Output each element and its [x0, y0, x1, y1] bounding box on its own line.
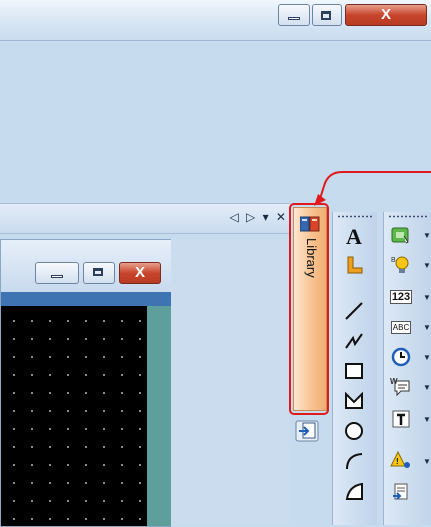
dropdown-arrow-icon[interactable]: ▼ — [423, 314, 431, 340]
sector-tool-icon[interactable] — [341, 478, 367, 504]
dropdown-arrow-icon[interactable]: ▼ — [423, 344, 431, 370]
arc-tool-icon[interactable] — [341, 448, 367, 474]
child-window: X — [0, 239, 171, 527]
child-window-ruler — [1, 292, 171, 306]
callout-arrow — [314, 171, 431, 206]
minimize-button[interactable] — [278, 4, 310, 26]
maximize-icon — [93, 268, 103, 276]
svg-text:B: B — [391, 257, 396, 264]
close-button[interactable]: X — [345, 4, 427, 26]
dropdown-arrow-icon[interactable]: ▼ — [423, 252, 431, 278]
drawing-canvas[interactable] — [1, 306, 147, 526]
svg-text:!: ! — [396, 457, 399, 466]
parts-toolbar: ▼ B ▼ 123 ▼ ABC ▼ ▼ W ▼ ▼ ! ▼ — [383, 212, 431, 525]
message-display-icon[interactable]: W — [388, 374, 414, 400]
polygon-tool-icon[interactable] — [341, 388, 367, 414]
dock-header-bar: ◁ ▷ ▾ ✕ — [0, 203, 290, 234]
numeric-display-icon[interactable]: 123 — [388, 284, 414, 310]
window-title-bar: X — [0, 0, 431, 41]
canvas-side-area — [147, 306, 171, 526]
recipe-part-icon[interactable] — [388, 480, 414, 506]
alarm-part-icon[interactable]: ! — [388, 448, 414, 474]
child-close-button[interactable]: X — [119, 262, 161, 284]
toolbar-grip[interactable] — [388, 215, 428, 218]
rectangle-tool-icon[interactable] — [341, 358, 367, 384]
dropdown-arrow-icon[interactable]: ▼ — [423, 222, 431, 248]
child-minimize-button[interactable] — [35, 262, 79, 284]
minimize-icon — [288, 17, 300, 20]
workspace-background — [171, 239, 289, 525]
l-shape-tool-icon[interactable] — [341, 252, 367, 278]
toolbar-grip[interactable] — [337, 215, 373, 218]
minimize-icon — [51, 275, 63, 278]
child-maximize-button[interactable] — [83, 262, 115, 284]
close-icon: X — [134, 264, 145, 281]
string-display-icon[interactable]: ABC — [388, 314, 414, 340]
dropdown-arrow-icon[interactable]: ▼ — [423, 374, 431, 400]
text-tool-icon[interactable]: A — [341, 224, 367, 250]
switch-part-icon[interactable] — [388, 222, 414, 248]
dropdown-arrow-icon[interactable]: ▼ — [423, 284, 431, 310]
circle-tool-icon[interactable] — [341, 418, 367, 444]
child-window-title-bar: X — [1, 240, 171, 292]
svg-text:W: W — [390, 377, 398, 386]
clock-icon[interactable] — [388, 344, 414, 370]
dropdown-arrow-icon[interactable]: ▼ — [423, 448, 431, 474]
dropdown-arrow-icon[interactable]: ▼ — [423, 406, 431, 432]
library-highlight-callout — [289, 203, 329, 415]
close-icon: X — [380, 6, 391, 23]
line-tool-icon[interactable] — [341, 298, 367, 324]
dock-controls[interactable]: ◁ ▷ ▾ ✕ — [229, 210, 288, 224]
text-part-icon[interactable] — [388, 406, 414, 432]
maximize-icon — [321, 11, 331, 20]
library-page-icon[interactable] — [295, 420, 319, 442]
drawing-toolbar: A — [332, 212, 377, 525]
lamp-part-icon[interactable]: B — [388, 252, 414, 278]
maximize-button[interactable] — [312, 4, 342, 26]
polyline-tool-icon[interactable] — [341, 328, 367, 354]
